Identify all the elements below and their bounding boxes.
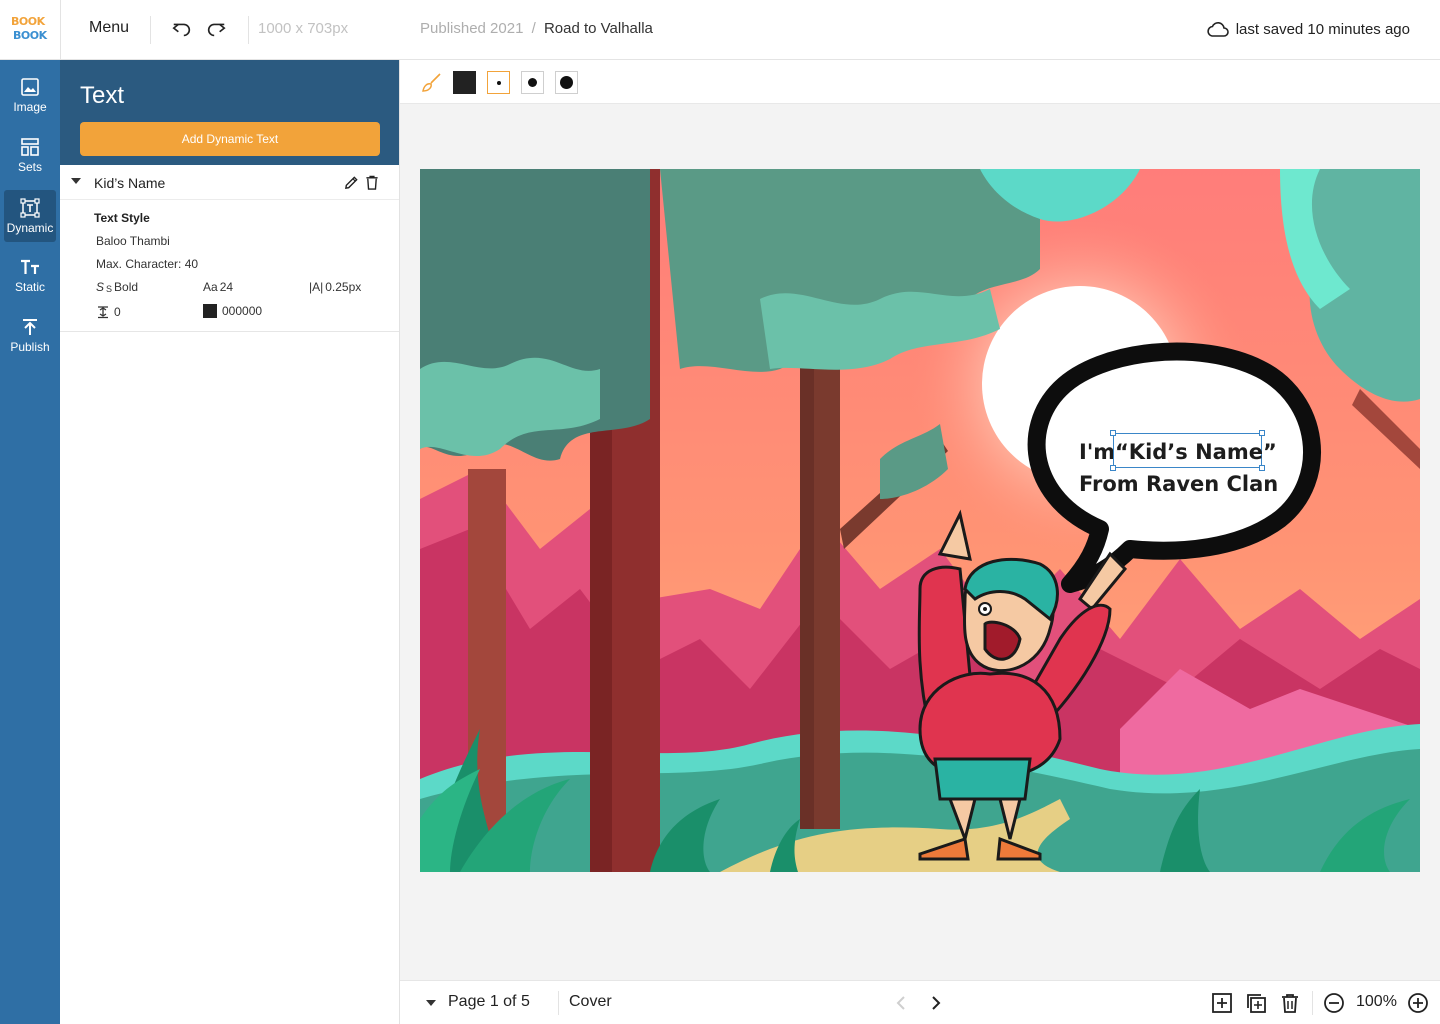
font-size-value: 24 xyxy=(219,280,234,294)
rail-item-static[interactable]: Static xyxy=(0,247,60,303)
breadcrumb-parent[interactable]: Published 2021 xyxy=(420,20,523,37)
rail-item-image[interactable]: Image xyxy=(0,67,60,123)
breadcrumb-current: Road to Valhalla xyxy=(543,20,653,37)
text-color-swatch[interactable] xyxy=(203,304,217,318)
cover-artwork[interactable]: I'm “Kid’s Name” From Raven Clan xyxy=(420,169,1420,872)
canvas-toolbar xyxy=(400,60,1440,104)
font-weight-prop: S S Bold xyxy=(96,280,138,294)
duplicate-page-icon[interactable] xyxy=(1245,992,1267,1014)
chevron-right-icon[interactable] xyxy=(928,994,944,1012)
text-style-heading: Text Style xyxy=(94,211,150,225)
divider xyxy=(1312,991,1313,1015)
pencil-icon[interactable] xyxy=(344,175,359,190)
font-weight-icon-sub: S xyxy=(106,283,113,294)
letter-spacing-prop: |A| 0.25px xyxy=(309,280,361,294)
dot-small-icon xyxy=(496,80,501,85)
cloud-sync-icon xyxy=(1207,22,1229,37)
text-panel: Text Add Dynamic Text Kid’s Name Text St… xyxy=(60,60,400,1024)
app-logo[interactable]: BOOK BOOK xyxy=(11,15,49,45)
text-color-value: 000000 xyxy=(222,304,263,318)
font-weight-icon: S xyxy=(96,280,105,294)
redo-icon[interactable] xyxy=(205,18,227,40)
line-height-prop: 0 xyxy=(96,305,121,319)
static-text-icon xyxy=(21,259,39,274)
zoom-in-icon[interactable] xyxy=(1407,992,1429,1014)
dot-medium-icon xyxy=(528,78,537,87)
resize-handle[interactable] xyxy=(1259,465,1265,471)
zoom-out-icon[interactable] xyxy=(1323,992,1345,1014)
bubble-text-prefix: I'm xyxy=(1079,440,1116,464)
menu-button[interactable]: Menu xyxy=(89,19,129,37)
bottom-bar: Page 1 of 5 Cover 100% xyxy=(400,980,1440,1024)
font-size-icon: Aa xyxy=(203,280,218,294)
dot-large-button[interactable] xyxy=(555,71,578,94)
collapse-caret-icon[interactable] xyxy=(71,178,81,184)
color-swatch[interactable] xyxy=(453,71,476,94)
rail-item-dynamic[interactable]: Dynamic xyxy=(4,190,56,242)
trash-icon[interactable] xyxy=(365,175,379,190)
forest-illustration xyxy=(420,169,1420,872)
rail-label: Image xyxy=(13,99,47,114)
rail-label: Sets xyxy=(17,159,42,174)
chevron-left-icon[interactable] xyxy=(894,994,910,1012)
text-style-block: Text Style Baloo Thambi Max. Character: … xyxy=(60,200,399,332)
rail-item-publish[interactable]: Publish xyxy=(0,307,60,363)
panel-header: Text Add Dynamic Text xyxy=(60,60,399,165)
top-bar: BOOK BOOK Menu 1000 x 703px Published 20… xyxy=(0,0,1440,60)
image-icon xyxy=(21,77,39,96)
divider xyxy=(248,16,249,44)
dynamic-text-item[interactable]: Kid’s Name xyxy=(60,165,399,200)
font-family-value: Baloo Thambi xyxy=(96,234,170,248)
brush-icon[interactable] xyxy=(420,72,442,94)
line-height-value: 0 xyxy=(114,305,121,319)
font-size-prop: Aa 24 xyxy=(203,280,233,294)
add-dynamic-text-button[interactable]: Add Dynamic Text xyxy=(80,122,380,156)
text-color-prop[interactable]: 000000 xyxy=(203,304,262,318)
dynamic-text-name: Kid’s Name xyxy=(94,175,166,191)
logo-text-top: BOOK xyxy=(11,15,45,28)
dot-large-icon xyxy=(560,76,573,89)
breadcrumb: Published 2021 / Road to Valhalla xyxy=(420,20,653,37)
undo-icon[interactable] xyxy=(171,18,193,40)
delete-page-icon[interactable] xyxy=(1279,992,1301,1014)
canvas-dimensions: 1000 x 703px xyxy=(258,20,349,37)
max-character-value: Max. Character: 40 xyxy=(96,257,199,271)
rail-label: Dynamic xyxy=(6,220,54,235)
rail-label: Publish xyxy=(10,339,50,354)
dynamic-text-icon xyxy=(20,197,40,218)
sets-icon xyxy=(21,137,39,156)
page-indicator[interactable]: Page 1 of 5 xyxy=(448,993,530,1011)
rail-label: Static xyxy=(14,279,45,294)
divider xyxy=(150,16,151,44)
page-name: Cover xyxy=(569,993,612,1010)
zoom-level: 100% xyxy=(1356,993,1397,1010)
save-status: last saved 10 minutes ago xyxy=(1206,19,1410,39)
font-weight-value: Bold xyxy=(114,280,139,294)
panel-title: Text xyxy=(80,82,125,109)
page-dropdown-caret-icon[interactable] xyxy=(426,1000,436,1006)
publish-icon xyxy=(23,318,37,335)
letter-spacing-icon: |A| xyxy=(309,280,324,294)
add-page-icon[interactable] xyxy=(1211,992,1233,1014)
resize-handle[interactable] xyxy=(1110,465,1116,471)
dot-small-button[interactable] xyxy=(487,71,510,94)
breadcrumb-separator: / xyxy=(531,20,536,37)
dot-medium-button[interactable] xyxy=(521,71,544,94)
save-status-text: last saved 10 minutes ago xyxy=(1235,20,1410,38)
dynamic-kids-name-text[interactable]: “Kid’s Name” xyxy=(1115,440,1277,464)
line-height-icon xyxy=(98,306,108,319)
resize-handle[interactable] xyxy=(1110,430,1116,436)
bubble-text-line2: From Raven Clan xyxy=(1079,472,1279,496)
rail-item-sets[interactable]: Sets xyxy=(0,127,60,183)
tool-rail: Image Sets Dynamic Static Publish xyxy=(0,60,60,1024)
workspace: I'm “Kid’s Name” From Raven Clan xyxy=(400,104,1440,980)
divider xyxy=(60,0,61,60)
letter-spacing-value: 0.25px xyxy=(325,280,362,294)
divider xyxy=(558,991,559,1015)
resize-handle[interactable] xyxy=(1259,430,1265,436)
logo-text-bottom: BOOK xyxy=(13,29,47,42)
